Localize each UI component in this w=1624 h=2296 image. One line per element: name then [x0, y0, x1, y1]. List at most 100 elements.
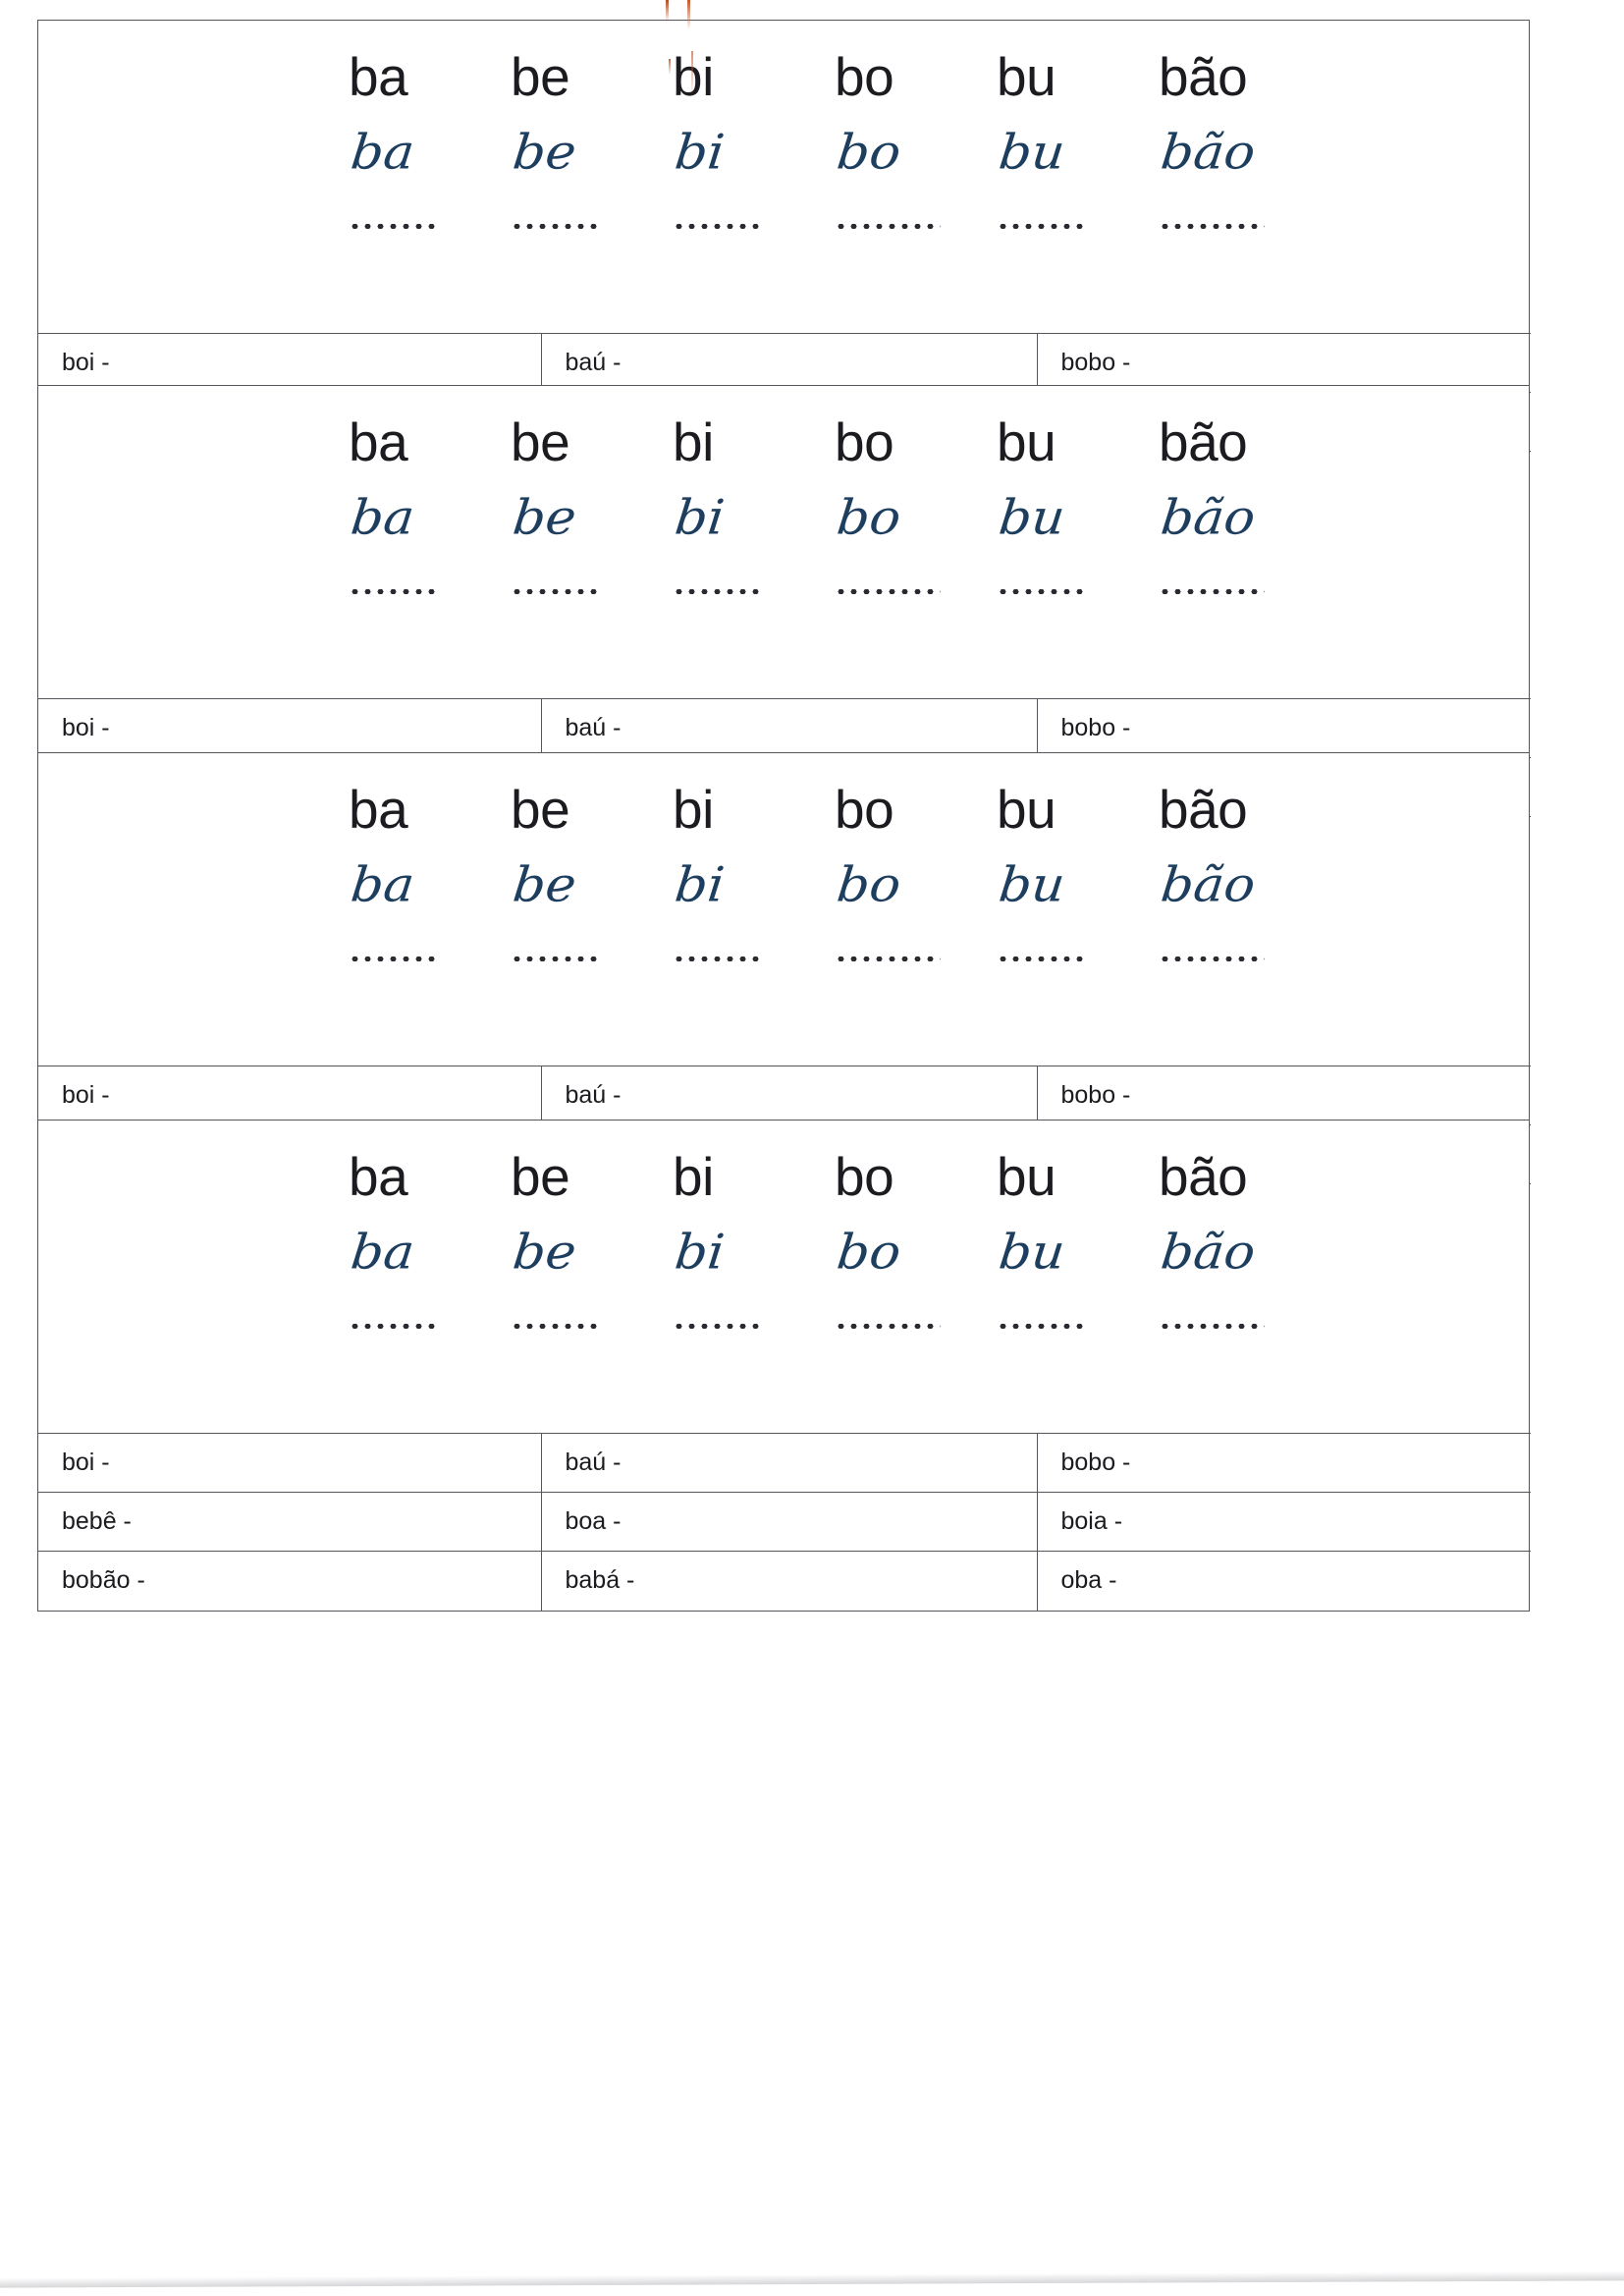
syllable-print-cell: ba	[349, 46, 408, 107]
syllable-print-cell: bão	[1159, 411, 1248, 472]
worksheet-page: ba be bi bo bu bão ba be bi bo bu bão bo…	[0, 0, 1624, 2296]
word-cell[interactable]: boi -	[38, 1433, 542, 1493]
tracing-dots-cell[interactable]	[1159, 583, 1321, 597]
syllable-cursive-cell: bi	[673, 490, 835, 545]
cursive-glyph: be	[510, 490, 579, 546]
dotted-guide-line	[997, 224, 1087, 230]
table-row: boi - baú - bobo -	[38, 698, 1531, 758]
syllable-cursive-cell: be	[510, 490, 673, 546]
word-cell[interactable]: bobo -	[1036, 1433, 1531, 1493]
tracing-dots-cell[interactable]	[511, 951, 673, 964]
tracing-dots-cell[interactable]	[673, 583, 835, 597]
dotted-guide-line	[835, 224, 941, 230]
dotted-guide-line	[673, 1324, 763, 1330]
cursive-glyph: bi	[672, 125, 728, 181]
syllable-cursive-cell: bão	[1159, 125, 1321, 180]
syllable-print-cell: ba	[349, 1146, 408, 1207]
cursive-glyph: ba	[348, 1225, 417, 1281]
word-cell[interactable]: boi -	[38, 698, 542, 758]
tracing-dots-cell[interactable]	[349, 1318, 511, 1332]
dotted-guide-line	[997, 589, 1087, 595]
word-cell[interactable]: babá -	[540, 1551, 1038, 1611]
syllable-print-cell: bu	[997, 46, 1056, 107]
table-row: boi - baú - bobo -	[38, 1433, 1531, 1493]
syllable-cursive-cell: bi	[672, 1225, 835, 1281]
tracing-dots-cell[interactable]	[511, 1318, 673, 1332]
syllable-cursive-row: ba be bi bo bu bão	[38, 125, 1529, 181]
syllable-print-row: ba be bi bo bu bão	[38, 50, 1529, 104]
word-cell[interactable]: bobo -	[1036, 333, 1531, 393]
tracing-dots-cell[interactable]	[673, 1318, 835, 1332]
syllable-cursive-cell: be	[510, 1225, 673, 1281]
tracing-dots-cell[interactable]	[835, 583, 997, 597]
cursive-glyph: bão	[1158, 857, 1259, 913]
syllable-cursive-cell: bão	[1158, 857, 1321, 913]
tracing-dots-cell[interactable]	[1159, 951, 1321, 964]
word-cell[interactable]: baú -	[540, 698, 1038, 758]
word-cell[interactable]: boia -	[1036, 1492, 1531, 1552]
cursive-glyph: bão	[1158, 490, 1259, 546]
syllable-cursive-cell: ba	[349, 857, 511, 912]
syllable-cursive-row: ba be bi bo bu bão	[38, 1225, 1529, 1281]
cursive-glyph: be	[510, 857, 579, 913]
syllable-print-cell: bão	[1159, 46, 1248, 107]
tracing-dots-cell[interactable]	[997, 583, 1159, 597]
syllable-cursive-cell: ba	[348, 490, 511, 546]
syllable-print-row: ba be bi bo bu bão	[38, 783, 1529, 837]
tracing-dots-cell[interactable]	[997, 951, 1159, 964]
word-list-table: boi - baú - bobo - bebê - boa - boia - b…	[38, 1433, 1531, 1611]
word-cell[interactable]: bobo -	[1036, 1066, 1531, 1125]
cursive-glyph: be	[510, 1225, 579, 1281]
table-row: boi - baú - bobo -	[38, 333, 1531, 393]
tracing-dots-cell[interactable]	[349, 951, 511, 964]
tracing-dots-cell[interactable]	[511, 218, 673, 232]
dotted-guide-line	[835, 957, 941, 962]
tracing-dots-row	[38, 218, 1529, 232]
syllable-print-cell: bo	[835, 1146, 894, 1207]
syllable-cursive-cell: be	[511, 125, 673, 180]
cursive-glyph: ba	[348, 490, 417, 546]
syllable-cursive-cell: bu	[997, 125, 1159, 180]
word-cell[interactable]: boa -	[540, 1492, 1038, 1552]
word-cell[interactable]: bebê -	[38, 1492, 542, 1552]
syllable-cursive-cell: bo	[835, 125, 997, 180]
word-cell[interactable]: boi -	[38, 333, 542, 393]
tracing-dots-row	[38, 1318, 1529, 1332]
word-cell[interactable]: baú -	[540, 1433, 1038, 1493]
dotted-guide-line	[835, 589, 941, 595]
syllable-print-cell: bu	[997, 779, 1056, 840]
tracing-dots-cell[interactable]	[835, 951, 997, 964]
word-cell[interactable]: baú -	[540, 1066, 1038, 1125]
syllable-cursive-cell: bão	[1159, 1225, 1321, 1280]
syllable-print-cell: be	[511, 411, 570, 472]
scan-ink-streak	[666, 0, 669, 22]
word-cell[interactable]: bobo -	[1036, 698, 1531, 758]
dotted-guide-line	[835, 1324, 941, 1330]
word-cell[interactable]: oba -	[1036, 1551, 1531, 1611]
word-cell[interactable]: baú -	[540, 333, 1038, 393]
syllable-cursive-cell: bo	[835, 490, 997, 545]
syllable-print-cell: bi	[673, 779, 714, 840]
tracing-dots-cell[interactable]	[349, 218, 511, 232]
word-cell[interactable]: bobão -	[38, 1551, 542, 1611]
tracing-dots-cell[interactable]	[673, 951, 835, 964]
tracing-dots-cell[interactable]	[835, 218, 997, 232]
tracing-dots-cell[interactable]	[673, 218, 835, 232]
tracing-dots-cell[interactable]	[1159, 1318, 1321, 1332]
tracing-dots-cell[interactable]	[997, 1318, 1159, 1332]
syllable-print-cell: bi	[673, 46, 714, 107]
tracing-dots-cell[interactable]	[997, 218, 1159, 232]
syllable-print-cell: bo	[835, 46, 894, 107]
tracing-dots-cell[interactable]	[511, 583, 673, 597]
cursive-glyph: bi	[672, 1225, 728, 1281]
tracing-dots-cell[interactable]	[835, 1318, 997, 1332]
dotted-guide-line	[349, 589, 439, 595]
syllable-print-cell: bo	[835, 411, 894, 472]
worksheet-block: ba be bi bo bu bão ba be bi bo bu bão bo…	[37, 1120, 1531, 1612]
word-cell[interactable]: boi -	[38, 1066, 542, 1125]
tracing-dots-cell[interactable]	[349, 583, 511, 597]
tracing-dots-cell[interactable]	[1159, 218, 1321, 232]
syllable-cursive-row: ba be bi bo bu bão	[38, 857, 1529, 913]
syllable-practice-area: ba be bi bo bu bão ba be bi bo bu bão	[38, 1121, 1529, 1433]
scan-page-edge-shadow	[0, 2270, 1624, 2288]
